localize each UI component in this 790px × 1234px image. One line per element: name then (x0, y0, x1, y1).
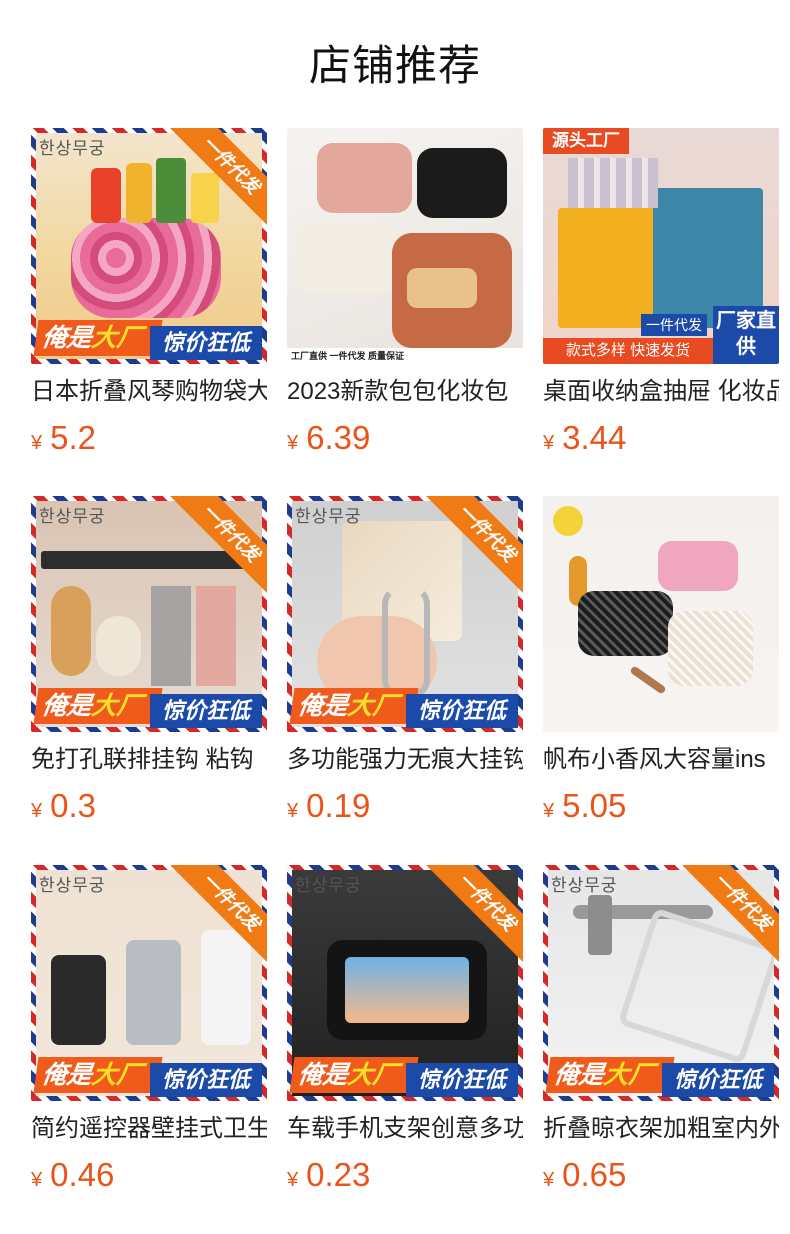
currency-symbol: ¥ (543, 432, 555, 454)
ribbon-badge: 一件代发 (169, 496, 267, 595)
promo-tag: 惊价狂低 (150, 694, 262, 728)
source-factory-tag: 源头工厂 (543, 128, 629, 154)
product-name[interactable]: 2023新款包包化妆包 (287, 376, 523, 408)
promo-highlight: 大厂 (346, 692, 400, 720)
product-image[interactable]: 한상무궁 一件代发 俺是大厂 惊价狂低 (31, 128, 267, 364)
product-card[interactable]: 한상무궁 一件代发 俺是大厂 惊价狂低 车载手机支架创意多功能 ¥0.23 (287, 865, 523, 1205)
product-image[interactable]: 工厂直供 一件代发 质量保证 (287, 128, 523, 364)
product-image[interactable]: 源头工厂 一件代发 厂家直供 款式多样 快速发货 (543, 128, 779, 364)
product-card[interactable]: 源头工厂 一件代发 厂家直供 款式多样 快速发货 桌面收纳盒抽屉 化妆品 ¥3.… (543, 128, 779, 468)
promo-banner: 俺是大厂 惊价狂低 (289, 1053, 518, 1097)
product-image[interactable]: 한상무궁 一件代发 俺是大厂 惊价狂低 (31, 865, 267, 1101)
product-price: ¥6.39 (287, 418, 370, 458)
product-card[interactable]: 한상무궁 一件代发 俺是大厂 惊价狂低 简约遥控器壁挂式卫生间 ¥0.46 (31, 865, 267, 1205)
promo-banner: 俺是大厂 惊价狂低 (289, 684, 518, 728)
promo-tag: 惊价狂低 (406, 694, 518, 728)
section-title: 店铺推荐 (308, 42, 481, 89)
product-price: ¥5.05 (543, 786, 626, 826)
product-image[interactable]: 한상무궁 一件代发 俺是大厂 惊价狂低 (31, 496, 267, 732)
price-value: 0.19 (306, 787, 371, 824)
currency-symbol: ¥ (287, 800, 299, 822)
product-card[interactable]: 한상무궁 一件代发 俺是大厂 惊价狂低 免打孔联排挂钩 粘钩 ¥0.3 (31, 496, 267, 836)
product-card[interactable]: 한상무궁 一件代发 俺是大厂 惊价狂低 折叠晾衣架加粗室内外 ¥0.65 (543, 865, 779, 1205)
product-card[interactable]: 帆布小香风大容量ins ¥5.05 (543, 496, 779, 836)
promo-text: 俺是 (296, 1061, 350, 1089)
promo-banner: 俺是大厂 惊价狂低 (33, 316, 262, 360)
currency-symbol: ¥ (543, 1169, 555, 1191)
promo-banner: 俺是大厂 惊价狂低 (33, 684, 262, 728)
promo-highlight: 大厂 (346, 1061, 400, 1089)
currency-symbol: ¥ (31, 1169, 43, 1191)
product-price: ¥0.23 (287, 1155, 370, 1195)
product-price: ¥0.46 (31, 1155, 114, 1195)
currency-symbol: ¥ (543, 800, 555, 822)
product-price: ¥0.19 (287, 786, 370, 826)
promo-highlight: 大厂 (90, 692, 144, 720)
price-value: 0.46 (50, 1156, 115, 1193)
product-price: ¥0.3 (31, 786, 96, 826)
brand-watermark: 한상무궁 (551, 876, 618, 896)
currency-symbol: ¥ (31, 800, 43, 822)
brand-watermark: 한상무궁 (39, 507, 106, 527)
feature-tag: 款式多样 快速发货 (543, 338, 713, 364)
price-value: 0.3 (50, 787, 96, 824)
promo-text: 俺是 (40, 692, 94, 720)
promo-tag: 惊价狂低 (150, 326, 262, 360)
promo-text: 俺是 (552, 1061, 606, 1089)
brand-watermark: 한상무궁 (39, 876, 106, 896)
promo-tag: 惊价狂低 (406, 1063, 518, 1097)
dropship-tag: 一件代发 (641, 314, 707, 336)
product-price: ¥0.65 (543, 1155, 626, 1195)
product-image[interactable]: 한상무궁 一件代发 俺是大厂 惊价狂低 (543, 865, 779, 1101)
price-value: 5.05 (562, 787, 627, 824)
price-value: 5.2 (50, 419, 96, 456)
product-name[interactable]: 日本折叠风琴购物袋大容量 (31, 376, 267, 408)
product-image[interactable] (543, 496, 779, 732)
product-name[interactable]: 桌面收纳盒抽屉 化妆品 (543, 376, 779, 408)
promo-tag: 惊价狂低 (150, 1063, 262, 1097)
product-name[interactable]: 简约遥控器壁挂式卫生间 (31, 1113, 267, 1145)
promo-highlight: 大厂 (90, 324, 144, 352)
product-image[interactable]: 한상무궁 一件代发 俺是大厂 惊价狂低 (287, 496, 523, 732)
promo-text: 俺是 (296, 692, 350, 720)
product-name[interactable]: 折叠晾衣架加粗室内外 (543, 1113, 779, 1145)
price-value: 3.44 (562, 419, 627, 456)
promo-banner: 俺是大厂 惊价狂低 (33, 1053, 262, 1097)
price-value: 0.65 (562, 1156, 627, 1193)
product-name[interactable]: 帆布小香风大容量ins (543, 744, 779, 776)
currency-symbol: ¥ (31, 432, 43, 454)
product-price: ¥5.2 (31, 418, 96, 458)
product-card[interactable]: 工厂直供 一件代发 质量保证 2023新款包包化妆包 ¥6.39 (287, 128, 523, 468)
promo-highlight: 大厂 (602, 1061, 656, 1089)
promo-text: 俺是 (40, 324, 94, 352)
promo-banner: 俺是大厂 惊价狂低 (545, 1053, 774, 1097)
product-name[interactable]: 车载手机支架创意多功能 (287, 1113, 523, 1145)
product-card[interactable]: 한상무궁 一件代发 俺是大厂 惊价狂低 日本折叠风琴购物袋大容量 ¥5.2 (31, 128, 267, 468)
promo-tag: 惊价狂低 (662, 1063, 774, 1097)
product-card[interactable]: 한상무궁 一件代发 俺是大厂 惊价狂低 多功能强力无痕大挂钩 ¥0.19 (287, 496, 523, 836)
product-grid: 한상무궁 一件代发 俺是大厂 惊价狂低 日本折叠风琴购物袋大容量 ¥5.2 工厂… (31, 128, 779, 1228)
currency-symbol: ¥ (287, 1169, 299, 1191)
image-footer-text: 工厂直供 一件代发 质量保证 (287, 348, 523, 364)
promo-text: 俺是 (40, 1061, 94, 1089)
price-value: 6.39 (306, 419, 371, 456)
product-name[interactable]: 多功能强力无痕大挂钩 (287, 744, 523, 776)
product-name[interactable]: 免打孔联排挂钩 粘钩 (31, 744, 267, 776)
brand-watermark: 한상무궁 (39, 139, 106, 159)
brand-watermark: 한상무궁 (295, 876, 362, 896)
product-image[interactable]: 한상무궁 一件代发 俺是大厂 惊价狂低 (287, 865, 523, 1101)
promo-highlight: 大厂 (90, 1061, 144, 1089)
product-price: ¥3.44 (543, 418, 626, 458)
price-value: 0.23 (306, 1156, 371, 1193)
currency-symbol: ¥ (287, 432, 299, 454)
brand-watermark: 한상무궁 (295, 507, 362, 527)
factory-direct-tag: 厂家直供 (713, 306, 779, 364)
